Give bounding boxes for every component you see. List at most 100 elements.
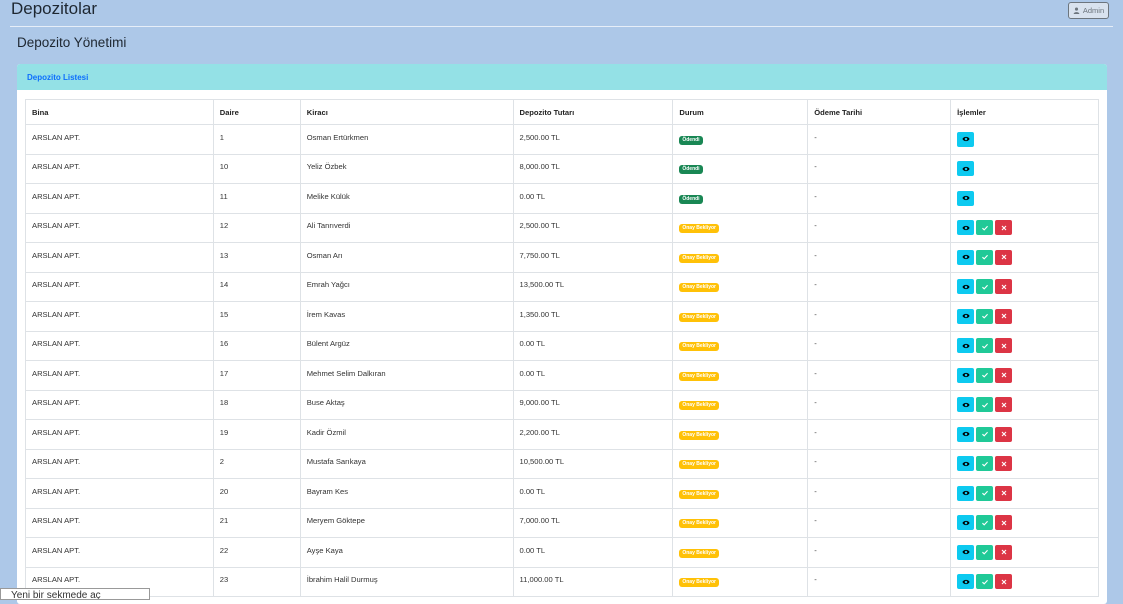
cell-tarih: - [807,389,952,420]
view-button[interactable] [957,308,975,324]
table-row: ARSLAN APT. 16 Bülent Argüz 0.00 TL Onay Bek… [25,330,1099,361]
cell-durum: Ödendi [672,183,809,214]
view-button[interactable] [957,397,975,413]
approve-button[interactable] [976,397,994,413]
cell-islemler [950,478,1099,509]
approve-button[interactable] [976,515,994,531]
eye-icon [961,283,970,291]
cell-daire: 13 [212,242,301,273]
reject-button[interactable] [995,485,1013,501]
view-button[interactable] [957,131,975,147]
cell-islemler [950,242,1099,273]
eye-icon [961,224,970,232]
reject-button[interactable] [995,338,1013,354]
table-header-col-islemler: İşlemler [950,99,1099,125]
cell-durum: Onay Bekliyor [672,507,809,538]
view-button[interactable] [957,161,975,177]
approve-button[interactable] [976,367,994,383]
cell-daire: 14 [212,271,301,302]
check-icon [981,371,989,379]
reject-button[interactable] [995,456,1013,472]
eye-icon [961,489,970,497]
approve-button[interactable] [976,220,994,236]
reject-button[interactable] [995,397,1013,413]
approve-button[interactable] [976,308,994,324]
cell-tutar: 0.00 TL [512,537,674,568]
approve-button[interactable] [976,249,994,265]
view-button[interactable] [957,338,975,354]
approve-button[interactable] [976,544,994,560]
cell-bina: ARSLAN APT. [25,360,214,391]
row-actions [957,161,1092,177]
view-button[interactable] [957,249,975,265]
user-menu-button[interactable]: Admin [1068,2,1109,19]
cell-daire: 11 [212,183,301,214]
cell-durum: Onay Bekliyor [672,478,809,509]
approve-button[interactable] [976,485,994,501]
cell-durum: Onay Bekliyor [672,330,809,361]
deposit-table: Bina Daire Kiracı Depozito Tutarı Durum Ödeme… [25,99,1099,597]
view-button[interactable] [957,190,975,206]
view-button[interactable] [957,456,975,472]
approve-button[interactable] [976,574,994,590]
cell-islemler [950,212,1099,243]
status-badge: Ödendi [679,194,703,204]
table-header-col-kiraci: Kiracı [299,99,514,125]
view-button[interactable] [957,485,975,501]
x-icon [1000,371,1008,379]
page-title: Depozitolar [11,0,97,18]
reject-button[interactable] [995,308,1013,324]
view-button[interactable] [957,367,975,383]
reject-button[interactable] [995,426,1013,442]
status-badge: Onay Bekliyor [679,312,719,322]
row-actions [957,574,1092,590]
table-row: ARSLAN APT. 14 Emrah Yağcı 13,500.00 TL Onay… [25,271,1099,302]
cell-daire: 18 [212,389,301,420]
cell-tutar: 11,000.00 TL [512,566,674,597]
view-button[interactable] [957,574,975,590]
view-button[interactable] [957,220,975,236]
x-icon [1000,253,1008,261]
x-icon [1000,401,1008,409]
cell-kiraci: Meryem Göktepe [299,507,514,538]
cell-islemler [950,124,1099,155]
card-title: Depozito Listesi [27,72,89,82]
view-button[interactable] [957,544,975,560]
cell-tarih: - [807,153,952,184]
user-label: Admin [1082,6,1105,15]
status-badge: Onay Bekliyor [679,371,719,381]
x-icon [1000,578,1008,586]
cell-tutar: 0.00 TL [512,330,674,361]
reject-button[interactable] [995,367,1013,383]
reject-button[interactable] [995,544,1013,560]
view-button[interactable] [957,426,975,442]
view-button[interactable] [957,515,975,531]
cell-kiraci: Yeliz Özbek [299,153,514,184]
approve-button[interactable] [976,338,994,354]
cell-tarih: - [807,448,952,479]
cell-tarih: - [807,419,952,450]
table-header-col-bina: Bina [25,99,214,125]
row-actions [957,515,1092,531]
cell-tutar: 9,000.00 TL [512,389,674,420]
cell-islemler [950,330,1099,361]
reject-button[interactable] [995,574,1013,590]
table-row: ARSLAN APT. 13 Osman Arı 7,750.00 TL Onay Be… [25,242,1099,273]
eye-icon [961,342,970,350]
link-status-bar: Yeni bir sekmede aç [0,588,150,600]
reject-button[interactable] [995,279,1013,295]
row-actions [957,426,1092,442]
reject-button[interactable] [995,220,1013,236]
status-badge: Onay Bekliyor [679,283,719,293]
approve-button[interactable] [976,426,994,442]
approve-button[interactable] [976,456,994,472]
approve-button[interactable] [976,279,994,295]
table-row: ARSLAN APT. 19 Kadir Özmil 2,200.00 TL Onay … [25,419,1099,450]
x-icon [1000,312,1008,320]
reject-button[interactable] [995,515,1013,531]
cell-durum: Onay Bekliyor [672,448,809,479]
view-button[interactable] [957,279,975,295]
status-badge: Onay Bekliyor [679,224,719,234]
cell-bina: ARSLAN APT. [25,183,214,214]
reject-button[interactable] [995,249,1013,265]
